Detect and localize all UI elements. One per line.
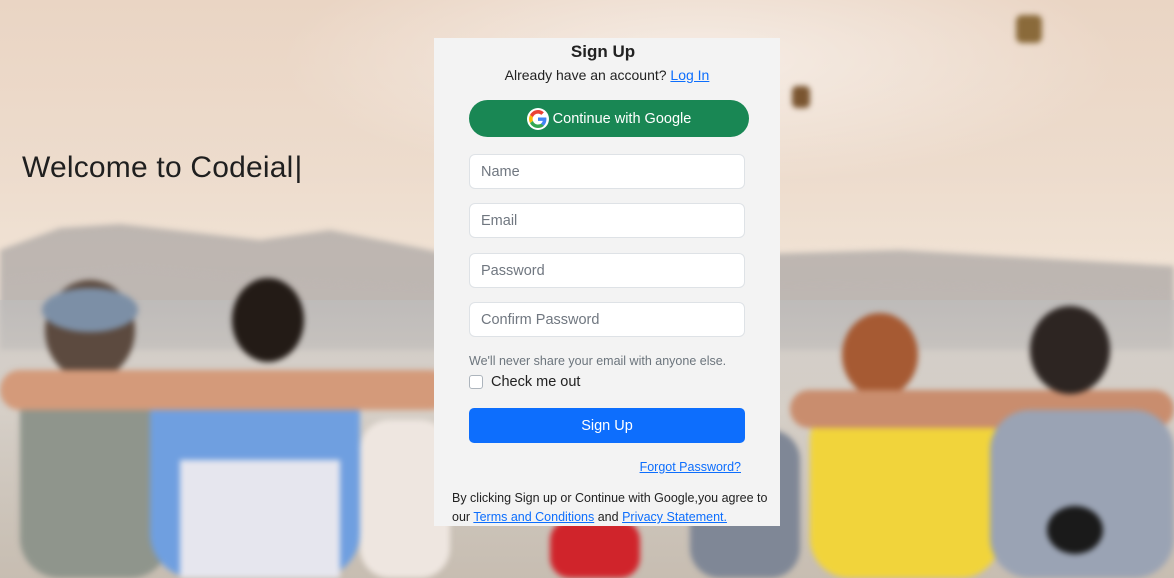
terms-and: and [597,510,619,524]
check-me-out-checkbox[interactable] [469,375,483,389]
welcome-text: Welcome to Codeial [22,151,294,184]
login-link[interactable]: Log In [670,67,709,83]
login-prompt-line: Already have an account? Log In [434,67,780,83]
signup-title: Sign Up [570,42,636,61]
signup-card: Sign Up Already have an account? Log In … [434,38,780,526]
page-root: Welcome to Codeial| Sign Up Already have… [0,0,1174,578]
forgot-password-link[interactable]: Forgot Password? [640,460,741,474]
login-prompt: Already have an account? [504,67,667,83]
typing-cursor: | [294,151,303,184]
password-input[interactable] [469,253,745,288]
name-input[interactable] [469,154,745,189]
google-button-label: Continue with Google [552,110,692,127]
welcome-heading: Welcome to Codeial| [22,151,303,185]
email-help-text: We'll never share your email with anyone… [469,354,727,368]
sign-up-button[interactable]: Sign Up [469,408,745,443]
continue-with-google-button[interactable]: Continue with Google [469,100,749,137]
check-me-out-row: Check me out [469,374,580,390]
check-me-out-label[interactable]: Check me out [491,374,580,390]
google-icon [526,107,549,130]
terms-notice: By clicking Sign up or Continue with Goo… [452,489,782,527]
email-input[interactable] [469,203,745,238]
privacy-link[interactable]: Privacy Statement. [622,510,727,524]
confirm-password-input[interactable] [469,302,745,337]
terms-link[interactable]: Terms and Conditions [473,510,594,524]
